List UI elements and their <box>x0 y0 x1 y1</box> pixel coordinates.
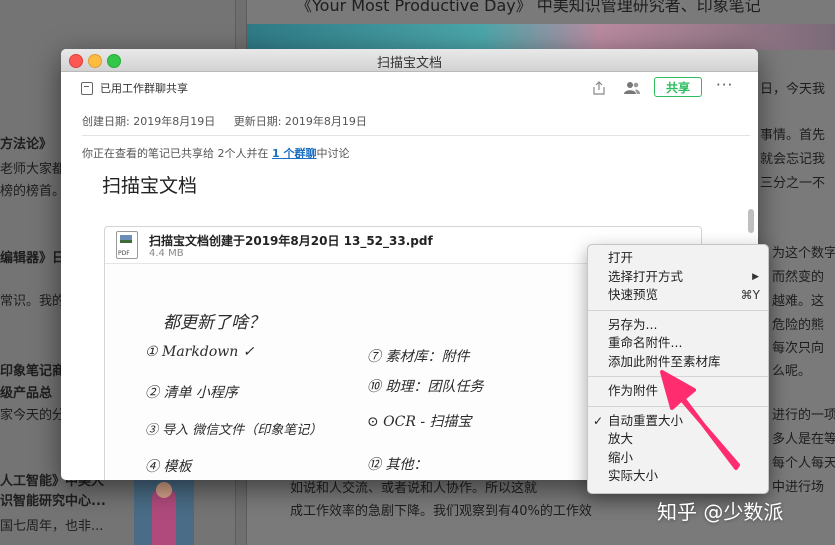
background-right-text: 日，今天我 <box>760 82 826 97</box>
background-right-text: 就会忘记我 <box>760 152 826 167</box>
attachment-file-name: 扫描宝文档创建于2019年8月20日 13_52_33.pdf <box>149 234 433 248</box>
background-right-text: 中进行场 <box>772 480 825 495</box>
background-right-text: 么呢。 <box>772 364 812 379</box>
share-button[interactable]: 共享 <box>654 77 702 97</box>
background-thumbnail-head <box>156 482 172 498</box>
background-right-text: 越难。这 <box>772 294 825 309</box>
attachment-file-size: 4.4 MB <box>149 248 184 259</box>
handwriting-line: ① Markdown ✓ <box>145 344 255 360</box>
background-left-text: 方法论》 <box>0 137 53 152</box>
submenu-arrow-icon: ▶ <box>752 271 759 282</box>
menu-item-label: 打开 <box>608 250 634 265</box>
share-status-text[interactable]: 已用工作群聊共享 <box>100 80 188 96</box>
menu-item-shortcut: ⌘Y <box>740 288 760 302</box>
share-notice-suffix: 中讨论 <box>316 147 350 160</box>
background-right-text: 进行的一项 <box>772 408 835 423</box>
people-icon[interactable] <box>623 80 641 96</box>
note-toolbar: 已用工作群聊共享 共享 ··· <box>61 72 758 106</box>
scrollbar-thumb[interactable] <box>748 209 754 233</box>
pdf-file-glyph <box>120 235 132 243</box>
share-notice-text: 你正在查看的笔记已共享给 2个人并在 <box>82 147 272 160</box>
background-right-text: 每个人每天 <box>772 456 835 471</box>
background-right-text: 危险的熊 <box>772 318 825 333</box>
background-left-text: 老师大家都 <box>0 162 66 177</box>
menu-item-save-as[interactable]: 另存为... <box>588 316 768 335</box>
title-bar: 扫描宝文档 <box>61 49 758 72</box>
background-left-text: 编辑器》日 <box>0 251 66 266</box>
background-left-text: 识智能研究中心... <box>0 494 106 509</box>
background-left-text: 家今天的分 <box>0 408 66 423</box>
background-left-text: 榜的榜首。 <box>0 184 66 199</box>
background-right-text: 每次只向 <box>772 341 825 356</box>
handwriting-line: ⑫ 其他： <box>367 457 428 473</box>
handwriting-line: ③ 导入 微信文件（印象笔记） <box>145 423 323 438</box>
menu-item-open[interactable]: 打开 <box>588 249 768 268</box>
menu-item-quick-look[interactable]: 快速预览 ⌘Y <box>588 286 768 305</box>
window-title: 扫描宝文档 <box>376 56 442 71</box>
annotation-arrow-icon <box>660 370 740 470</box>
export-icon[interactable] <box>591 80 607 96</box>
background-right-text: 三分之一不 <box>760 176 826 191</box>
menu-item-label: 另存为... <box>608 316 658 332</box>
handwriting-heading: 都更新了啥？ <box>163 313 265 333</box>
background-top-title: 《Your Most Productive Day》 中美知识管理研究者、印象笔… <box>296 0 761 15</box>
more-options-button[interactable]: ··· <box>716 76 733 94</box>
menu-item-label: 选择打开方式 <box>608 268 684 284</box>
watermark: 知乎 @少数派 <box>657 500 784 524</box>
background-left-text: 级产品总 <box>0 386 53 401</box>
menu-item-open-with[interactable]: 选择打开方式 ▶ <box>588 268 768 287</box>
background-right-text: 事情。首先 <box>760 128 826 143</box>
updated-date: 更新日期: 2019年8月19日 <box>233 115 367 128</box>
background-right-text: 为这个数字 <box>772 246 835 261</box>
handwriting-line: ② 清单 小程序 <box>145 385 238 401</box>
background-banner-image <box>247 24 835 50</box>
shared-note-icon <box>81 82 93 95</box>
group-chat-link[interactable]: 1 个群聊 <box>272 147 316 160</box>
share-notice: 你正在查看的笔记已共享给 2个人并在 1 个群聊中讨论 <box>82 145 349 161</box>
handwriting-line: ⑩ 助理：团队任务 <box>367 379 484 395</box>
handwriting-line: ⊙ OCR - 扫描宝 <box>367 414 472 430</box>
background-left-text: 印象笔记商 <box>0 364 66 379</box>
created-date: 创建日期: 2019年8月19日 <box>82 115 216 128</box>
background-left-text: 常识。我的 <box>0 294 66 309</box>
background-right-text: 成工作效率的急剧下降。我们观察到有40%的工作效 <box>290 504 592 519</box>
pdf-file-icon: PDF <box>116 231 138 259</box>
divider <box>82 135 750 136</box>
background-right-text: 而然变的 <box>772 270 825 285</box>
checkmark-icon: ✓ <box>593 413 604 428</box>
background-left-text: 国七周年，也非... <box>0 519 104 534</box>
note-dates: 创建日期: 2019年8月19日 更新日期: 2019年8月19日 <box>82 113 382 129</box>
handwriting-line: ⑦ 素材库：附件 <box>367 349 470 365</box>
background-right-text: 多人是在等 <box>772 432 835 447</box>
handwriting-line: ④ 模板 <box>145 459 192 475</box>
menu-item-label: 快速预览 <box>608 287 659 302</box>
pdf-type-label: PDF <box>118 250 130 257</box>
note-title[interactable]: 扫描宝文档 <box>102 171 197 198</box>
menu-separator <box>588 309 768 311</box>
